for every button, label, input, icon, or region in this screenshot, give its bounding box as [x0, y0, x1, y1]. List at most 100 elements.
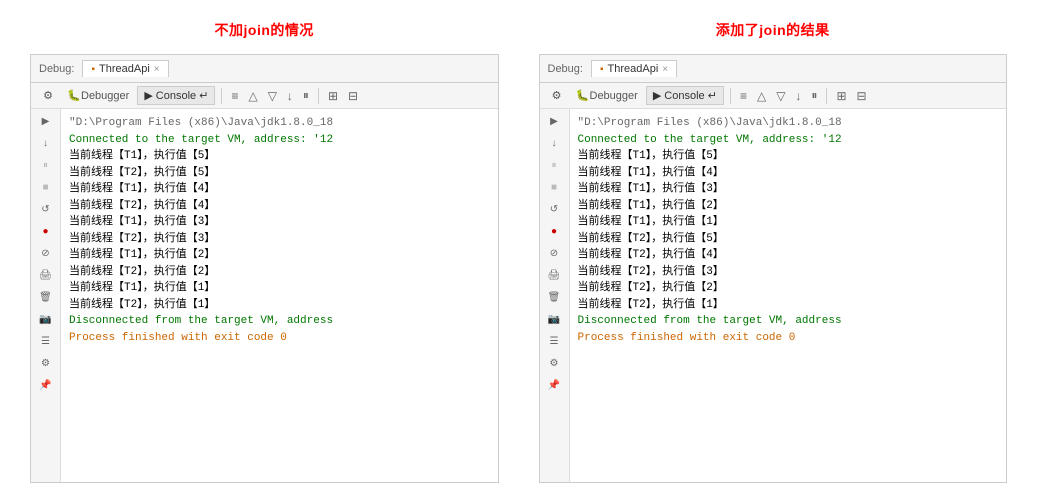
left-debug-label: Debug: [39, 63, 74, 75]
console-line: 当前线程【T1】，执行值【3】 [578, 181, 999, 198]
left-sidebar: ▶ ↓ ⏸ ■ ↺ ● ⊘ 🖨 🗑 📷 ☰ ⚙ 📌 [31, 109, 61, 482]
console-line: 当前线程【T2】，执行值【2】 [578, 280, 999, 297]
right-down-btn[interactable]: ▽ [773, 88, 788, 104]
right-ide-header: Debug: ▪ ThreadApi × [540, 55, 1007, 83]
right-step-btn[interactable]: ↓ [792, 88, 804, 104]
gear-icon: ⚙ [41, 89, 55, 103]
right-console-btn[interactable]: ▶ Console ↵ [646, 86, 724, 105]
console-line: "D:\Program Files (x86)\Java\jdk1.8.0_18 [69, 115, 490, 132]
right-align-btn[interactable]: ≡ [737, 88, 750, 104]
console-line: "D:\Program Files (x86)\Java\jdk1.8.0_18 [578, 115, 999, 132]
left-delete-btn[interactable]: 🗑 [36, 289, 56, 305]
right-tab-close[interactable]: × [662, 64, 668, 75]
left-pause-btn[interactable]: ⏸ [300, 87, 312, 104]
right-play-btn[interactable]: ▶ [544, 113, 564, 129]
console-line: 当前线程【T1】，执行值【2】 [69, 247, 490, 264]
right-mute-btn[interactable]: ⊘ [544, 245, 564, 261]
console-line: 当前线程【T1】，执行值【1】 [578, 214, 999, 231]
left-pause2-btn[interactable]: ⏸ [36, 157, 56, 173]
right-toolbar: ⚙ 🐛 Debugger ▶ Console ↵ ≡ △ ▽ ↓ ⏸ ⊞ ⊟ [540, 83, 1007, 109]
left-mute-btn[interactable]: ⊘ [36, 245, 56, 261]
left-stop-btn[interactable]: ■ [36, 179, 56, 195]
left-align-btn[interactable]: ≡ [228, 88, 241, 104]
right-gear-btn[interactable]: ⚙ [546, 87, 568, 105]
left-step-btn[interactable]: ↓ [284, 88, 296, 104]
left-debugger-btn[interactable]: 🐛 Debugger [63, 87, 133, 105]
left-settings-btn[interactable]: ⚙ [36, 355, 56, 371]
left-list-btn[interactable]: ☰ [36, 333, 56, 349]
left-ide-window: Debug: ▪ ThreadApi × ⚙ 🐛 Debugger ▶ [30, 54, 499, 483]
console-line: 当前线程【T2】，执行值【3】 [69, 231, 490, 248]
left-ide-tab[interactable]: ▪ ThreadApi × [82, 60, 168, 77]
right-gear-icon: ⚙ [550, 89, 564, 103]
right-console-icon: ▶ [653, 89, 661, 102]
right-sep1 [730, 88, 731, 104]
left-console-btn[interactable]: ▶ Console ↵ [137, 86, 215, 105]
right-ide-tab[interactable]: ▪ ThreadApi × [591, 60, 677, 77]
console-line: 当前线程【T2】，执行值【4】 [578, 247, 999, 264]
left-sep2 [318, 88, 319, 104]
console-line: 当前线程【T1】，执行值【4】 [578, 165, 999, 182]
right-pause-btn[interactable]: ⏸ [808, 87, 820, 104]
right-stop-btn[interactable]: ■ [544, 179, 564, 195]
right-tab-icon: ▪ [600, 64, 604, 75]
left-down-btn[interactable]: ▽ [265, 88, 280, 104]
right-debug-label: Debug: [548, 63, 583, 75]
console-line: Connected to the target VM, address: '12 [69, 132, 490, 149]
left-step-over-btn[interactable]: ↓ [36, 135, 56, 151]
left-ide-content: ▶ ↓ ⏸ ■ ↺ ● ⊘ 🖨 🗑 📷 ☰ ⚙ 📌 "D:\Program Fi… [31, 109, 498, 482]
left-print-btn[interactable]: 🖨 [36, 267, 56, 283]
left-console-icon: ▶ [144, 89, 152, 102]
left-rerun-btn[interactable]: ↺ [36, 201, 56, 217]
console-line: 当前线程【T1】，执行值【3】 [69, 214, 490, 231]
left-play-btn[interactable]: ▶ [36, 113, 56, 129]
left-section: 不加join的情况 Debug: ▪ ThreadApi × ⚙ 🐛 Debug… [30, 20, 499, 483]
right-hide-btn[interactable]: ⊟ [854, 88, 870, 104]
left-tab-close[interactable]: × [154, 64, 160, 75]
left-sep1 [221, 88, 222, 104]
right-tab-name: ThreadApi [608, 63, 659, 75]
console-line: 当前线程【T1】，执行值【2】 [578, 198, 999, 215]
right-ide-content: ▶ ↓ ⏸ ■ ↺ ● ⊘ 🖨 🗑 📷 ☰ ⚙ 📌 "D:\Program Fi… [540, 109, 1007, 482]
console-line: Disconnected from the target VM, address [69, 313, 490, 330]
left-cam-btn[interactable]: 📷 [36, 311, 56, 327]
left-tab-name: ThreadApi [99, 63, 150, 75]
left-grid-btn[interactable]: ⊞ [325, 88, 341, 104]
console-line: 当前线程【T2】，执行值【3】 [578, 264, 999, 281]
right-pin-btn[interactable]: 📌 [544, 377, 564, 393]
console-line: 当前线程【T2】，执行值【1】 [578, 297, 999, 314]
right-ide-window: Debug: ▪ ThreadApi × ⚙ 🐛 Debugger ▶ [539, 54, 1008, 483]
left-tab-icon: ▪ [91, 64, 95, 75]
right-debugger-icon: 🐛 [576, 89, 590, 103]
right-section: 添加了join的结果 Debug: ▪ ThreadApi × ⚙ 🐛 Debu… [539, 20, 1008, 483]
console-line: 当前线程【T2】，执行值【1】 [69, 297, 490, 314]
left-hide-btn[interactable]: ⊟ [345, 88, 361, 104]
left-toolbar: ⚙ 🐛 Debugger ▶ Console ↵ ≡ △ ▽ ↓ ⏸ ⊞ ⊟ [31, 83, 498, 109]
left-gear-btn[interactable]: ⚙ [37, 87, 59, 105]
console-line: 当前线程【T2】，执行值【4】 [69, 198, 490, 215]
console-line: 当前线程【T1】，执行值【1】 [69, 280, 490, 297]
right-step-over-btn[interactable]: ↓ [544, 135, 564, 151]
right-pause2-btn[interactable]: ⏸ [544, 157, 564, 173]
right-print-btn[interactable]: 🖨 [544, 267, 564, 283]
left-up-btn[interactable]: △ [245, 88, 260, 104]
console-line: Process finished with exit code 0 [69, 330, 490, 347]
console-line: 当前线程【T1】，执行值【5】 [69, 148, 490, 165]
left-pin-btn[interactable]: 📌 [36, 377, 56, 393]
left-record-btn[interactable]: ● [36, 223, 56, 239]
right-debugger-btn[interactable]: 🐛 Debugger [572, 87, 642, 105]
right-grid-btn[interactable]: ⊞ [833, 88, 849, 104]
right-rerun-btn[interactable]: ↺ [544, 201, 564, 217]
right-up-btn[interactable]: △ [754, 88, 769, 104]
right-list-btn[interactable]: ☰ [544, 333, 564, 349]
console-line: Disconnected from the target VM, address [578, 313, 999, 330]
right-cam-btn[interactable]: 📷 [544, 311, 564, 327]
console-line: 当前线程【T2】，执行值【5】 [69, 165, 490, 182]
right-record-btn[interactable]: ● [544, 223, 564, 239]
left-console-label: Console ↵ [156, 89, 209, 102]
right-delete-btn[interactable]: 🗑 [544, 289, 564, 305]
right-settings-btn[interactable]: ⚙ [544, 355, 564, 371]
left-console: "D:\Program Files (x86)\Java\jdk1.8.0_18… [61, 109, 498, 482]
right-debugger-label: Debugger [590, 90, 638, 102]
right-title: 添加了join的结果 [539, 20, 1008, 40]
